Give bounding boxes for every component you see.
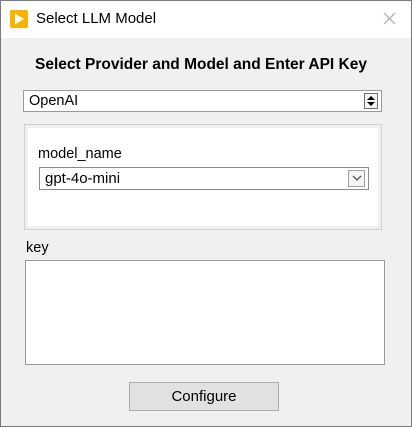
- key-label: key: [26, 240, 49, 256]
- spinner-arrows-icon[interactable]: [364, 93, 378, 109]
- dialog-window: Select LLM Model Select Provider and Mod…: [0, 0, 412, 427]
- title-bar[interactable]: Select LLM Model: [1, 1, 411, 38]
- api-key-field[interactable]: [25, 260, 385, 365]
- model-name-dropdown[interactable]: gpt-4o-mini: [39, 167, 369, 190]
- configure-button[interactable]: Configure: [129, 382, 279, 411]
- form-heading: Select Provider and Model and Enter API …: [35, 56, 367, 73]
- close-icon[interactable]: [379, 8, 401, 30]
- window-title: Select LLM Model: [36, 10, 157, 27]
- chevron-down-icon[interactable]: [348, 170, 365, 187]
- model-name-label: model_name: [38, 146, 122, 162]
- model-name-value: gpt-4o-mini: [45, 170, 121, 187]
- provider-selector[interactable]: OpenAI: [23, 90, 382, 112]
- app-logo-icon: [10, 10, 28, 28]
- dialog-body: Select Provider and Model and Enter API …: [1, 38, 411, 426]
- provider-value: OpenAI: [29, 93, 79, 109]
